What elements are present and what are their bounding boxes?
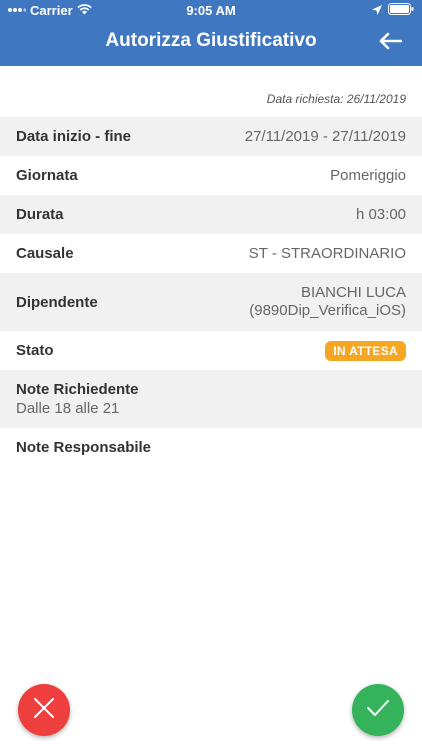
status-badge: IN ATTESA — [325, 340, 406, 361]
arrow-left-icon — [378, 32, 403, 55]
duration-value: h 03:00 — [355, 206, 406, 223]
status-bar: Carrier 9:05 AM — [0, 0, 422, 22]
approve-button[interactable] — [352, 684, 404, 736]
employee-label: Dipendente — [16, 293, 98, 311]
page-title: Autorizza Giustificativo — [105, 30, 317, 51]
status-time: 9:05 AM — [186, 3, 236, 18]
reason-label: Causale — [16, 245, 74, 262]
back-button[interactable] — [376, 32, 404, 54]
row-employee: Dipendente BIANCHI LUCA (9890Dip_Verific… — [0, 273, 422, 331]
period-label: Data inizio - fine — [16, 128, 132, 145]
duration-label: Durata — [16, 206, 64, 223]
row-period: Data inizio - fine 27/11/2019 - 27/11/20… — [0, 117, 422, 156]
close-icon — [33, 697, 55, 724]
employee-name: BIANCHI LUCA — [300, 284, 406, 301]
detail-list: Data inizio - fine 27/11/2019 - 27/11/20… — [0, 117, 422, 467]
period-value: 27/11/2019 - 27/11/2019 — [244, 128, 406, 145]
status-label: Stato — [16, 342, 54, 359]
location-arrow-icon — [372, 3, 382, 18]
status-right — [372, 3, 414, 18]
navigation-bar: Carrier 9:05 AM Autorizza Giustificativo — [0, 0, 422, 66]
employee-value: BIANCHI LUCA (9890Dip_Verifica_iOS) — [249, 284, 406, 320]
date-requested: Data richiesta: 26/11/2019 — [266, 92, 406, 106]
manager-notes-label: Note Responsabile — [16, 439, 152, 456]
day-label: Giornata — [16, 167, 78, 184]
row-manager-notes: Note Responsabile — [0, 428, 422, 467]
employee-id: (9890Dip_Verifica_iOS) — [249, 302, 406, 319]
row-requester-notes: Note Richiedente Dalle 18 alle 21 — [0, 370, 422, 428]
row-day: Giornata Pomeriggio — [0, 156, 422, 195]
requester-notes-label: Note Richiedente — [16, 381, 139, 398]
row-status: Stato IN ATTESA — [0, 331, 422, 370]
reject-button[interactable] — [18, 684, 70, 736]
row-duration: Durata h 03:00 — [0, 195, 422, 234]
battery-icon — [388, 3, 414, 18]
row-reason: Causale ST - STRAORDINARIO — [0, 234, 422, 273]
day-value: Pomeriggio — [330, 167, 406, 184]
requester-notes-value: Dalle 18 alle 21 — [16, 400, 120, 417]
checkmark-icon — [366, 699, 390, 722]
reason-value: ST - STRAORDINARIO — [248, 245, 406, 262]
